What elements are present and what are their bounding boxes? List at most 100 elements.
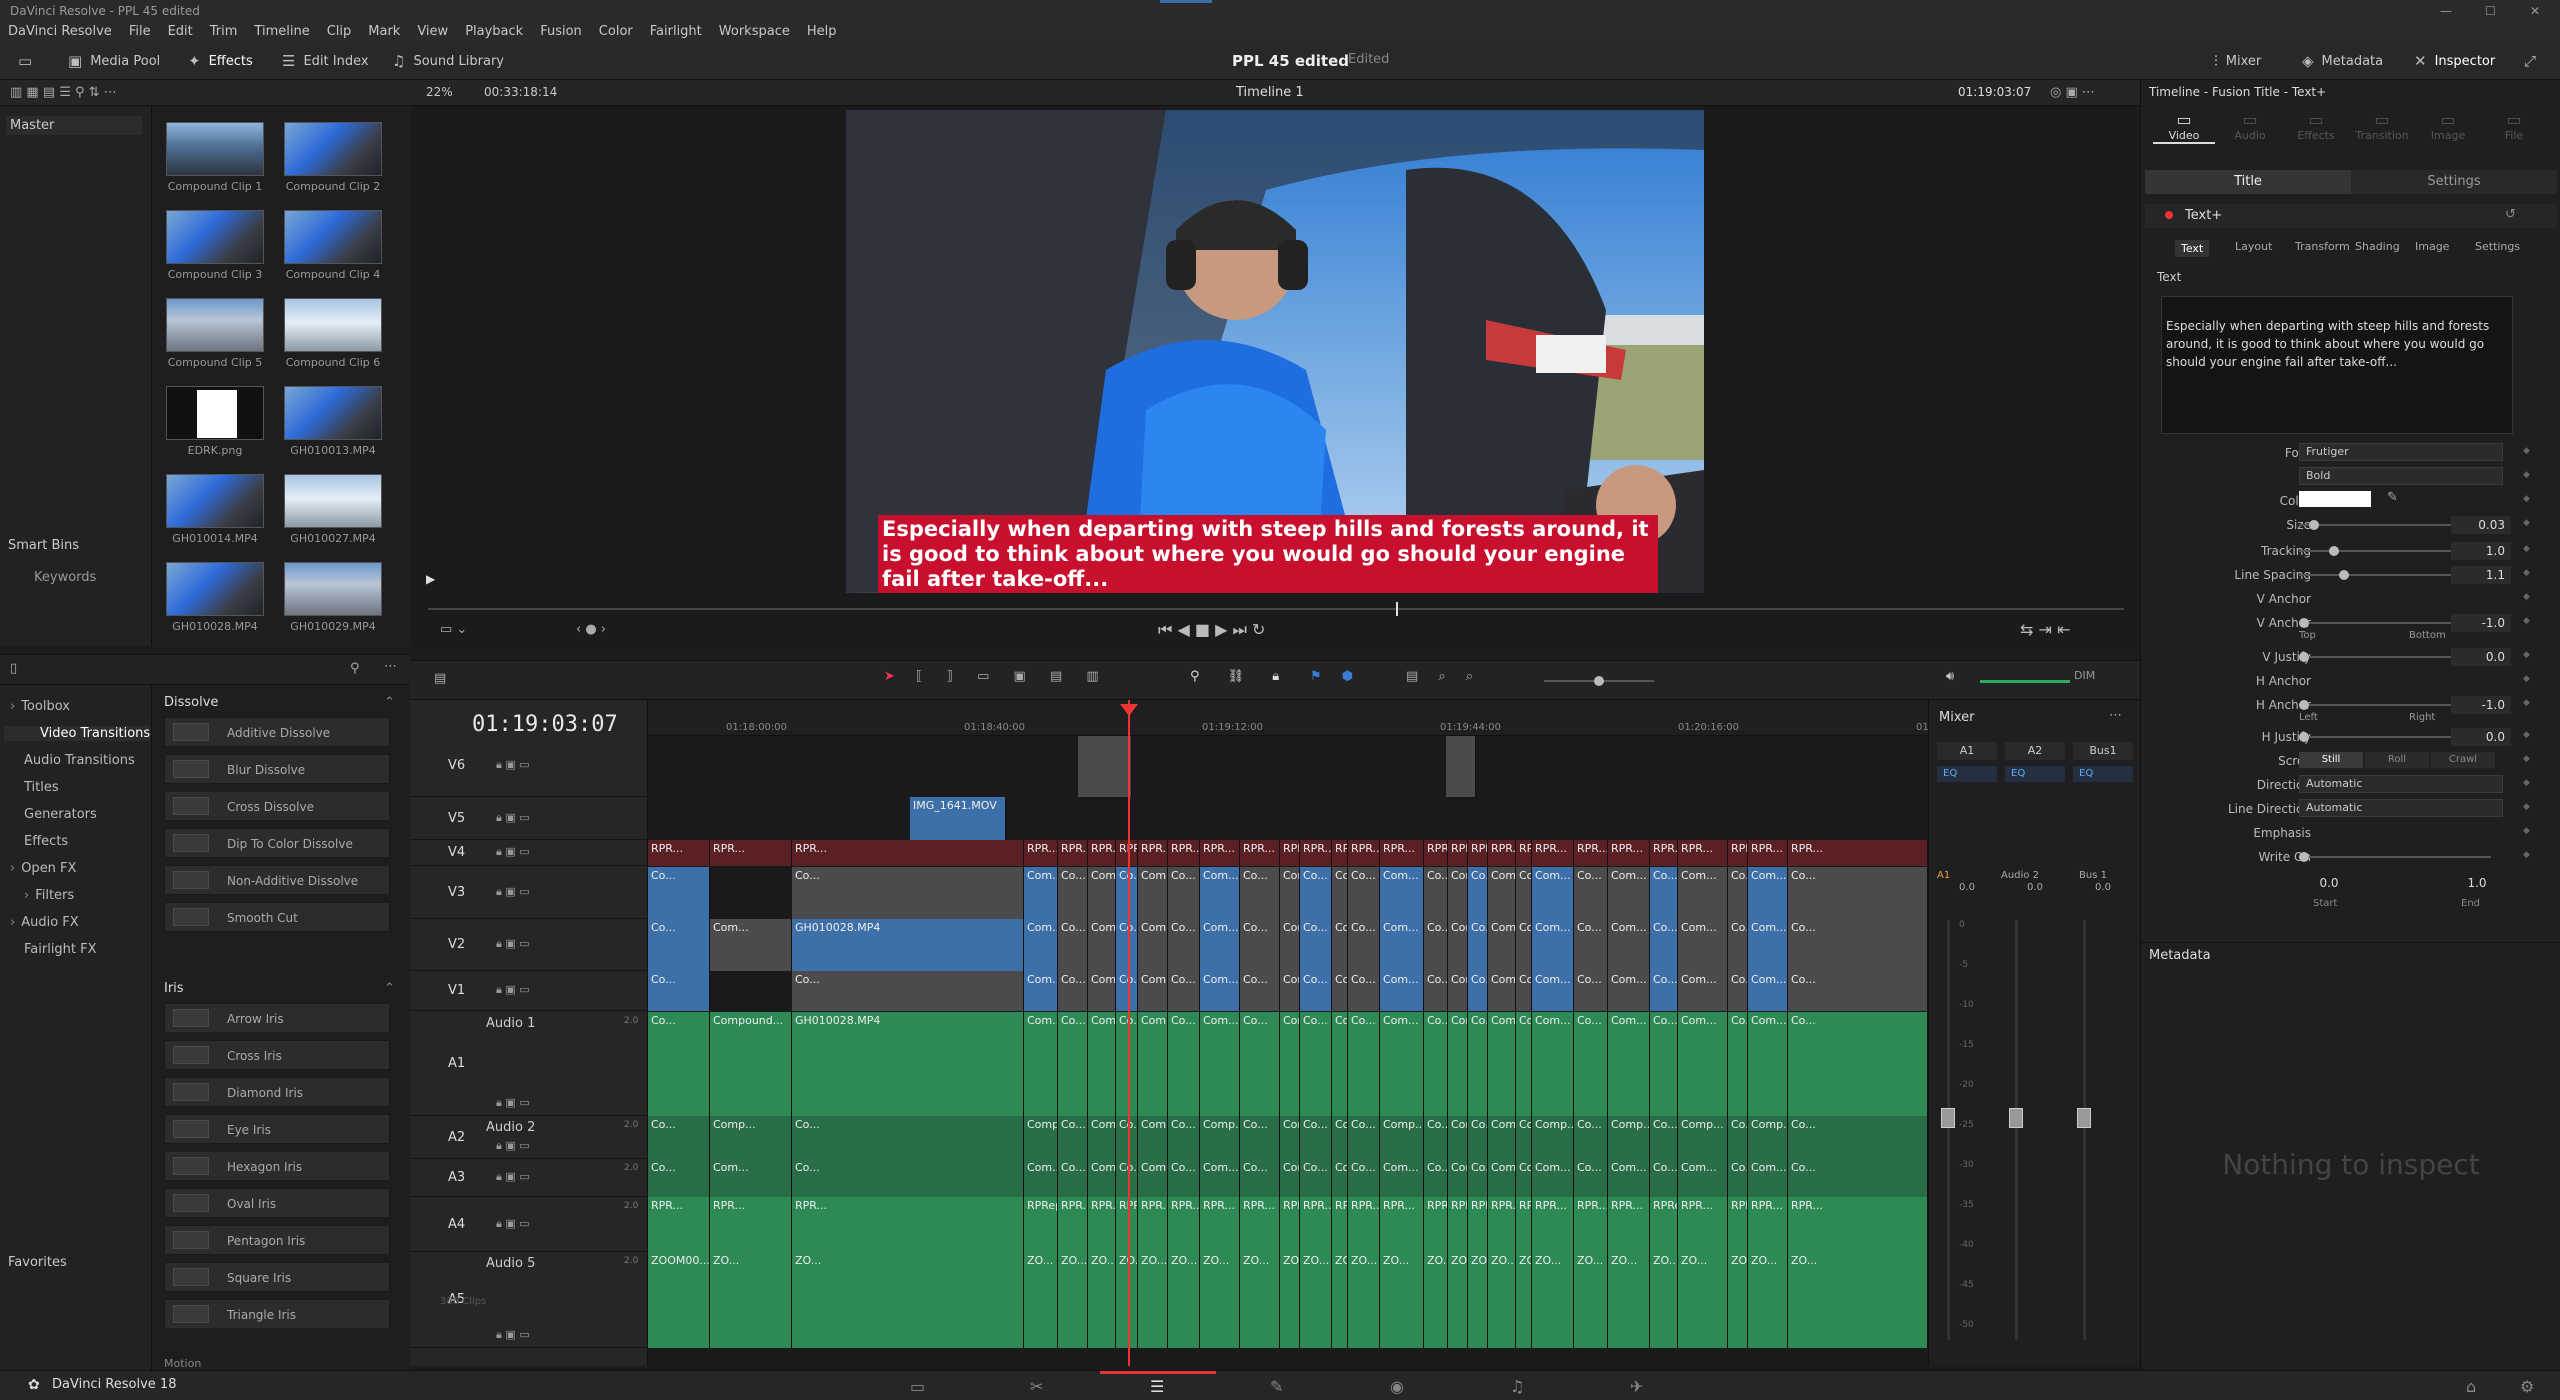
timeline-clip[interactable]: RPR... <box>1116 1197 1138 1253</box>
track-controls[interactable]: 🔒︎ ▣ ▭ <box>496 811 530 825</box>
transition-additive-dissolve[interactable]: Additive Dissolve <box>164 717 390 747</box>
slider-knob[interactable] <box>2309 520 2319 530</box>
timeline-clip[interactable]: ZO... <box>792 1252 1024 1348</box>
prop-value[interactable]: -1.0 <box>2451 696 2511 714</box>
track-controls[interactable]: 🔒︎ ▣ ▭ <box>496 845 530 859</box>
write-on-end[interactable]: 1.0 <box>2447 876 2507 890</box>
timeline-clip[interactable]: RPR... <box>1116 840 1138 867</box>
timeline-clip[interactable]: Co... <box>1168 866 1200 919</box>
timeline-clip[interactable]: Comp... <box>1488 1115 1516 1160</box>
clip-thumbnail[interactable]: Compound Clip 6 <box>284 298 382 369</box>
keyframe-icon[interactable]: ◆ <box>2523 850 2530 860</box>
menu-fusion[interactable]: Fusion <box>540 22 582 42</box>
menu-timeline[interactable]: Timeline <box>254 22 309 42</box>
keyframe-icon[interactable]: ◆ <box>2523 494 2530 504</box>
timeline-clip[interactable]: Co... <box>1240 1159 1280 1198</box>
timeline-clip[interactable]: Co... <box>1650 866 1678 919</box>
timeline-clip[interactable]: Co... <box>1650 918 1678 971</box>
clip-nav-icon[interactable]: ‹ ● › <box>576 622 606 637</box>
timeline-clip[interactable]: Com... <box>1488 918 1516 971</box>
timeline-clip[interactable]: ZO... <box>1748 1252 1788 1348</box>
timeline-clip[interactable]: ZOOM00... <box>648 1252 710 1348</box>
timeline-clip[interactable]: Com... <box>1332 1159 1348 1198</box>
timeline-clip[interactable]: RPReplay_Final16... <box>1650 1197 1678 1253</box>
metadata-button[interactable]: ◈ Metadata <box>2302 52 2383 70</box>
timeline-clip[interactable]: Co... <box>1116 866 1138 919</box>
timeline-clip[interactable]: RPR... <box>1280 840 1300 867</box>
clip-thumbnail[interactable]: GH010029.MP4 <box>284 562 382 633</box>
timeline-clip[interactable]: RPR... <box>1678 1197 1728 1253</box>
selection-tool-icon[interactable]: ➤ <box>884 669 895 684</box>
keyframe-icon[interactable]: ◆ <box>2523 754 2530 764</box>
timeline-clip[interactable]: Co... <box>1348 1159 1380 1198</box>
menu-davinci-resolve[interactable]: DaVinci Resolve <box>8 22 112 42</box>
timeline-clip[interactable]: Co... <box>648 1159 710 1198</box>
timeline-clip[interactable]: Co... <box>1300 1159 1332 1198</box>
timeline-clip[interactable]: Co... <box>1728 1115 1748 1160</box>
timeline-clip[interactable]: Comp... <box>1280 1115 1300 1160</box>
timeline-clip[interactable]: GH010028.MP4 <box>792 1011 1024 1116</box>
clip-thumbnail[interactable]: EDRK.png <box>166 386 264 457</box>
timeline-clip[interactable]: RPR... <box>1424 840 1448 867</box>
timeline-clip[interactable]: Co... <box>1516 1115 1532 1160</box>
timeline-clip[interactable]: Comp... <box>710 1115 792 1160</box>
timeline-clip[interactable]: Com... <box>1138 1011 1168 1116</box>
timeline-clip[interactable]: Com... <box>1748 1011 1788 1116</box>
timeline-clip[interactable]: Com... <box>1608 918 1650 971</box>
sound-library-button[interactable]: ♫ Sound Library <box>392 52 504 70</box>
prop-dropdown[interactable]: Frutiger <box>2299 443 2503 461</box>
timeline-clip[interactable]: RPR... <box>1748 840 1788 867</box>
timeline-clip[interactable]: Com... <box>1380 918 1424 971</box>
timeline-clip[interactable]: Com... <box>1332 866 1348 919</box>
menu-file[interactable]: File <box>129 22 151 42</box>
keyframe-icon[interactable]: ◆ <box>2523 544 2530 554</box>
transition-pentagon-iris[interactable]: Pentagon Iris <box>164 1225 390 1255</box>
timeline-clip[interactable]: Com... <box>1024 970 1058 1012</box>
timeline-clip[interactable]: Com... <box>1532 918 1574 971</box>
keyframe-icon[interactable]: ◆ <box>2523 470 2530 480</box>
timeline-clip[interactable]: Co... <box>1116 970 1138 1012</box>
timeline-clip[interactable]: Com... <box>1332 970 1348 1012</box>
timeline-clip[interactable]: Comp... <box>1332 1115 1348 1160</box>
timeline-clip[interactable]: RPR... <box>1748 1197 1788 1253</box>
timeline-clip[interactable]: Co... <box>648 970 710 1012</box>
timeline-clip[interactable]: Co... <box>1116 1011 1138 1116</box>
smart-bin-keywords[interactable]: Keywords <box>34 570 96 585</box>
timeline-clip[interactable]: Com... <box>1280 918 1300 971</box>
timeline-clip[interactable]: ZO... <box>1116 1252 1138 1348</box>
tree-item-open-fx[interactable]: › Open FX <box>10 861 76 876</box>
timeline-clip[interactable]: ZO... <box>1678 1252 1728 1348</box>
keyframe-icon[interactable]: ◆ <box>2523 778 2530 788</box>
text-field[interactable]: Especially when departing with steep hil… <box>2161 296 2513 434</box>
volume-slider[interactable] <box>1980 680 2070 683</box>
write-on-start[interactable]: 0.0 <box>2299 876 2359 890</box>
transition-cross-dissolve[interactable]: Cross Dissolve <box>164 791 390 821</box>
timeline-clip[interactable]: RPR... <box>1058 840 1088 867</box>
color-swatch[interactable] <box>2299 491 2371 507</box>
text-tab-shading[interactable]: Shading <box>2355 240 2400 253</box>
prop-slider[interactable] <box>2299 852 2491 862</box>
keyframe-icon[interactable]: ◆ <box>2523 518 2530 528</box>
view-options-icons[interactable]: ▥ ▦ ▤ ☰ ⚲ ⇅ ⋯ <box>10 85 117 100</box>
maximize-button[interactable]: ☐ <box>2485 0 2496 22</box>
viewer-scrub-handle[interactable] <box>1396 602 1398 616</box>
clip-thumbnail[interactable]: Compound Clip 1 <box>166 122 264 193</box>
timeline-clip[interactable]: RPR... <box>1532 1197 1574 1253</box>
timeline-clip[interactable]: RPR... <box>1058 1197 1088 1253</box>
timeline-clip[interactable]: IMG_1641.MOV <box>910 796 1006 841</box>
timeline-clip[interactable]: Com... <box>1332 1011 1348 1116</box>
timeline-clip[interactable]: Co... <box>1468 866 1488 919</box>
transition-triangle-iris[interactable]: Triangle Iris <box>164 1299 390 1329</box>
timeline-clip[interactable]: Com... <box>1200 866 1240 919</box>
timeline-clip[interactable]: Com... <box>1332 918 1348 971</box>
edit-page-icon[interactable]: ☰ <box>1150 1377 1164 1396</box>
timeline-clip[interactable]: Co... <box>1788 918 1928 971</box>
timeline-zoom-slider[interactable] <box>1544 676 1654 686</box>
timeline-clip[interactable]: Co... <box>1650 1011 1678 1116</box>
timeline-clip[interactable]: Co... <box>1300 866 1332 919</box>
timeline-clip[interactable]: ZO... <box>1468 1252 1488 1348</box>
slider-knob[interactable] <box>2299 700 2309 710</box>
media-pool-button[interactable]: ▣ Media Pool <box>68 52 160 70</box>
timeline-clip[interactable]: Co... <box>1168 1159 1200 1198</box>
timeline-clip[interactable]: RPR... <box>1574 840 1608 867</box>
